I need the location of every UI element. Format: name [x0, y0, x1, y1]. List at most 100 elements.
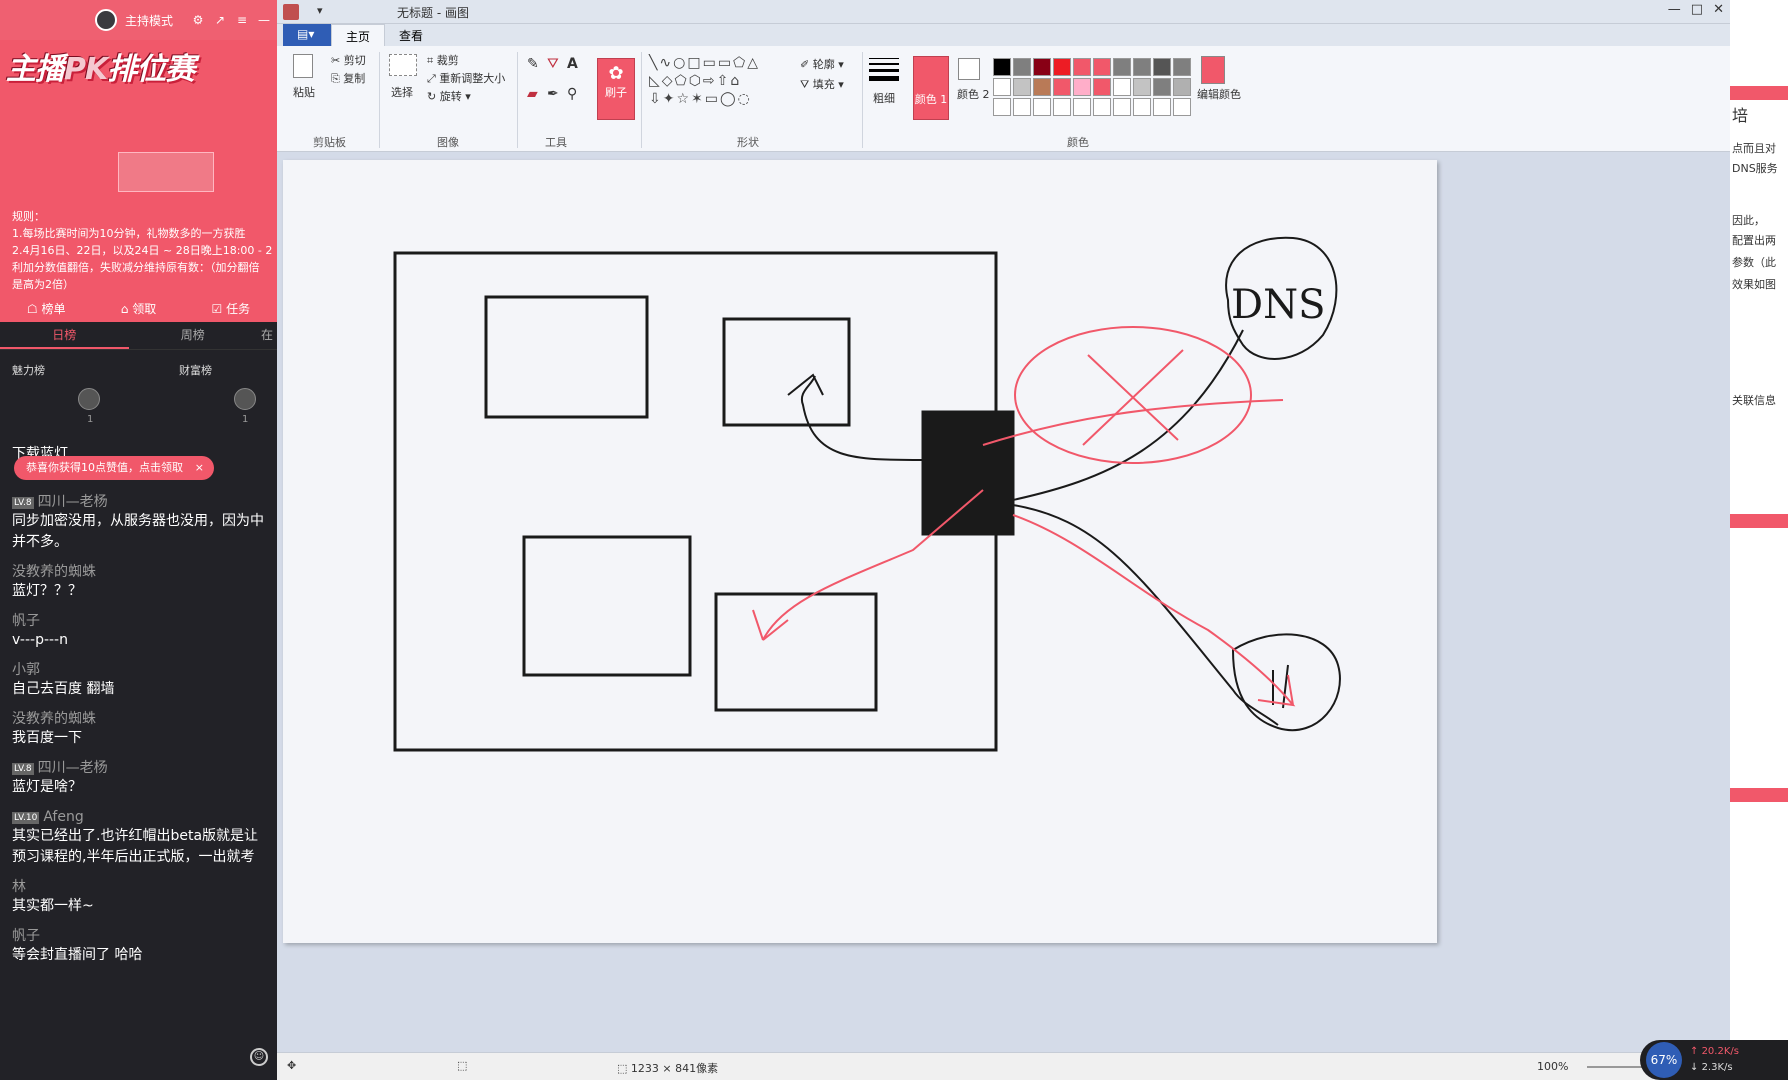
chat-user[interactable]: 四川—老杨: [38, 494, 108, 510]
palette-swatch[interactable]: [1153, 58, 1171, 76]
wealth-rank-avatar[interactable]: [234, 388, 256, 410]
select-button[interactable]: 选择: [391, 84, 413, 100]
palette-swatch[interactable]: [1033, 58, 1051, 76]
eraser-icon[interactable]: ▰: [527, 86, 538, 102]
banner-button[interactable]: [118, 152, 214, 192]
rotate-button[interactable]: ↻ 旋转 ▾: [427, 88, 471, 104]
router-block: [921, 410, 1015, 536]
palette-swatch[interactable]: [1013, 98, 1031, 116]
tab-online[interactable]: 在: [257, 326, 277, 349]
quick-access-toolbar[interactable]: ▾: [317, 4, 323, 17]
strip-text: 点而且对: [1732, 142, 1776, 155]
wealth-rank-label[interactable]: 财富榜: [179, 362, 212, 378]
palette-swatch[interactable]: [1033, 78, 1051, 96]
claim-button[interactable]: ⌂ 领取: [92, 300, 184, 322]
palette-swatch[interactable]: [1153, 78, 1171, 96]
magnifier-icon[interactable]: ⚲: [567, 86, 577, 102]
pencil-icon[interactable]: ✎: [527, 56, 539, 72]
chat-user[interactable]: 没教养的蜘蛛: [12, 710, 277, 728]
network-speed-widget[interactable]: 67% ↑ 20.2K/s ↓ 2.3K/s: [1640, 1040, 1788, 1080]
window-title: 无标题 - 画图: [397, 6, 469, 20]
chat-user[interactable]: 帆子: [12, 612, 277, 630]
palette-swatch[interactable]: [1053, 58, 1071, 76]
settings-icon[interactable]: ⚙: [191, 13, 205, 27]
color1-button[interactable]: 颜色 1: [913, 56, 949, 120]
palette-swatch[interactable]: [1053, 78, 1071, 96]
file-menu-tab[interactable]: ▤▾: [283, 24, 331, 46]
palette-swatch[interactable]: [1113, 98, 1131, 116]
chat-user[interactable]: Afeng: [43, 809, 83, 825]
palette-swatch[interactable]: [1053, 98, 1071, 116]
fill-bucket-icon[interactable]: ⛛: [547, 56, 559, 72]
palette-swatch[interactable]: [1093, 78, 1111, 96]
palette-swatch[interactable]: [1073, 58, 1091, 76]
banner-text-b: 排位赛: [107, 52, 195, 87]
charm-rank-label[interactable]: 魅力榜: [12, 362, 45, 378]
brush-button[interactable]: ✿ 刷子: [597, 58, 635, 120]
drawing-canvas[interactable]: DNS: [283, 160, 1437, 943]
palette-swatch[interactable]: [1153, 98, 1171, 116]
size-icon[interactable]: [869, 58, 899, 81]
palette-swatch[interactable]: [993, 58, 1011, 76]
host-avatar[interactable]: [94, 9, 117, 31]
chat-user[interactable]: 小郭: [12, 661, 277, 679]
copy-button[interactable]: ⎘ 复制: [331, 70, 365, 86]
palette-swatch[interactable]: [1013, 58, 1031, 76]
edit-colors-button[interactable]: 编辑颜色: [1197, 86, 1241, 102]
palette-swatch[interactable]: [1073, 78, 1091, 96]
crop-button[interactable]: ⌗ 裁剪: [427, 52, 459, 68]
chat-user[interactable]: 四川—老杨: [38, 760, 108, 776]
palette-swatch[interactable]: [1173, 78, 1191, 96]
palette-swatch[interactable]: [1133, 58, 1151, 76]
line-to-dns: [1012, 329, 1244, 501]
tab-weekly[interactable]: 周榜: [129, 326, 258, 349]
palette-swatch[interactable]: [1073, 98, 1091, 116]
rank-list-button[interactable]: ☖ 榜单: [0, 300, 92, 322]
palette-swatch[interactable]: [1033, 98, 1051, 116]
tab-home[interactable]: 主页: [331, 24, 386, 46]
chat-list: 下载蓝灯 LV.8 四川—老杨 同步加密没用，从服务器也没用，因为中 并不多。 没…: [12, 444, 277, 976]
close-button[interactable]: ✕: [1713, 2, 1724, 17]
paint-app-icon[interactable]: [283, 4, 299, 20]
edit-colors-icon[interactable]: [1201, 56, 1225, 84]
color2-button[interactable]: 颜色 2: [957, 86, 990, 102]
select-icon[interactable]: [389, 54, 417, 76]
cut-button[interactable]: ✂ 剪切: [331, 52, 366, 68]
palette-swatch[interactable]: [993, 98, 1011, 116]
maximize-button[interactable]: □: [1691, 2, 1703, 17]
color-picker-icon[interactable]: ✒: [547, 86, 559, 102]
palette-swatch[interactable]: [1113, 58, 1131, 76]
tab-daily[interactable]: 日榜: [0, 326, 129, 349]
text-tool-icon[interactable]: A: [567, 56, 578, 72]
minimize-icon[interactable]: —: [257, 13, 271, 27]
shapes-gallery[interactable]: ╲∿○□▭▭⬠△ ◺◇⬠⬡⇨⇧⌂ ⇩✦☆✶▭◯◌: [649, 54, 789, 108]
chat-user[interactable]: 林: [12, 878, 277, 896]
palette-swatch[interactable]: [1093, 98, 1111, 116]
emoji-icon[interactable]: ☺: [250, 1048, 268, 1066]
popout-icon[interactable]: ↗: [213, 13, 227, 27]
color2-swatch[interactable]: [958, 58, 980, 80]
minimize-button[interactable]: —: [1668, 2, 1681, 17]
chat-user[interactable]: 没教养的蜘蛛: [12, 563, 277, 581]
reward-notice[interactable]: 恭喜你获得10点赞值，点击领取 ×: [14, 456, 214, 480]
task-button[interactable]: ☑ 任务: [185, 300, 277, 322]
menu-icon[interactable]: ≡: [235, 13, 249, 27]
palette-swatch[interactable]: [1113, 78, 1131, 96]
charm-rank-avatar[interactable]: [78, 388, 100, 410]
palette-swatch[interactable]: [1093, 58, 1111, 76]
paste-button[interactable]: 粘贴: [293, 84, 315, 100]
outline-button[interactable]: ✐ 轮廓 ▾: [800, 56, 844, 72]
chat-user[interactable]: 帆子: [12, 927, 277, 945]
size-button[interactable]: 粗细: [873, 90, 895, 106]
paste-icon[interactable]: [293, 54, 313, 78]
palette-swatch[interactable]: [1133, 78, 1151, 96]
close-icon[interactable]: ×: [195, 456, 204, 480]
palette-swatch[interactable]: [1173, 58, 1191, 76]
palette-swatch[interactable]: [993, 78, 1011, 96]
fill-button[interactable]: ⛛ 填充 ▾: [800, 76, 844, 92]
resize-button[interactable]: ⤢ 重新调整大小: [427, 70, 505, 86]
palette-swatch[interactable]: [1173, 98, 1191, 116]
tab-view[interactable]: 查看: [385, 24, 437, 46]
palette-swatch[interactable]: [1013, 78, 1031, 96]
palette-swatch[interactable]: [1133, 98, 1151, 116]
